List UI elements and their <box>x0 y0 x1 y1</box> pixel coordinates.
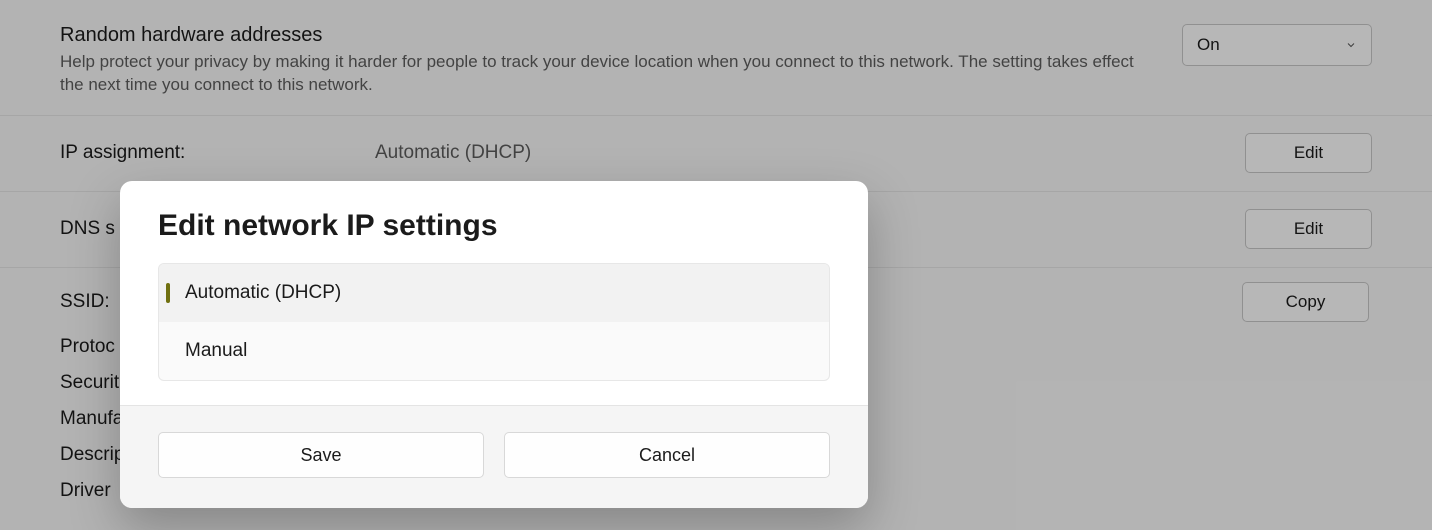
edit-ip-settings-dialog: Edit network IP settings Automatic (DHCP… <box>120 181 868 508</box>
dialog-title: Edit network IP settings <box>158 209 830 243</box>
save-button[interactable]: Save <box>158 432 484 478</box>
cancel-button[interactable]: Cancel <box>504 432 830 478</box>
option-manual-label: Manual <box>185 340 247 362</box>
option-automatic-label: Automatic (DHCP) <box>185 282 341 304</box>
option-automatic-dhcp[interactable]: Automatic (DHCP) <box>159 264 829 322</box>
ip-mode-select[interactable]: Automatic (DHCP) Manual <box>158 263 830 381</box>
option-manual[interactable]: Manual <box>159 322 829 380</box>
